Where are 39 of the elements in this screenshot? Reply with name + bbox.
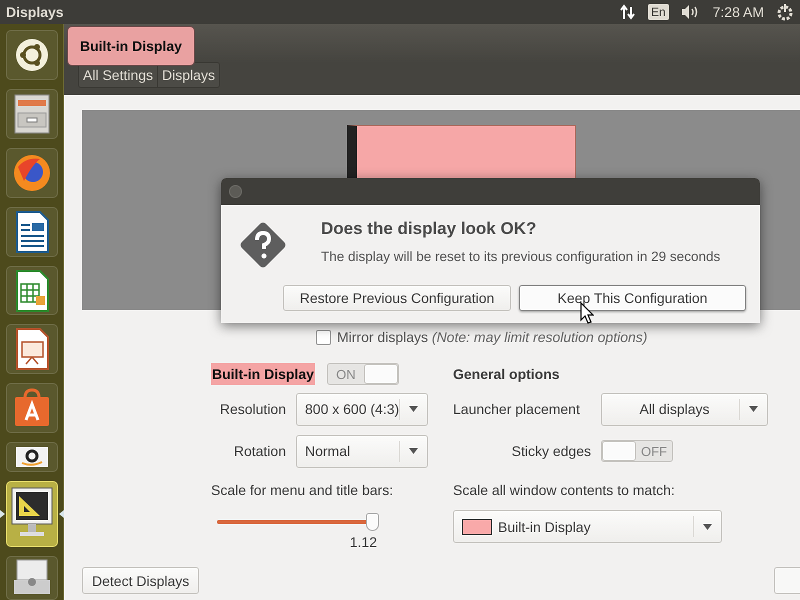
caret-icon (409, 406, 418, 412)
field-label: Scale all window contents to match: (453, 482, 676, 498)
field-label: Rotation (232, 443, 286, 459)
spreadsheet-icon (14, 270, 50, 312)
dialog-button[interactable]: Keep This Configuration (519, 285, 746, 311)
field-label: Scale for menu and title bars: (211, 482, 394, 498)
file-cabinet-icon (12, 92, 52, 135)
field-label: Resolution (218, 401, 286, 417)
window-title: Displays (6, 4, 64, 20)
slider-thumb[interactable] (366, 513, 380, 531)
document-icon (14, 210, 50, 253)
keyboard-layout-indicator[interactable]: En (648, 4, 669, 20)
mirror-displays-label: Mirror displays (Note: may limit resolution options) (337, 329, 648, 345)
dropdown[interactable]: Normal (296, 434, 428, 468)
network-arrows-icon[interactable] (620, 4, 636, 20)
clock[interactable]: 7:28 AM (712, 4, 764, 20)
presentation-icon (14, 328, 50, 370)
caret-icon (409, 448, 418, 454)
breadcrumb[interactable]: All Settings (79, 63, 158, 87)
ubuntu-logo-icon (14, 36, 50, 73)
field-label: Sticky edges (510, 443, 591, 459)
dialog-question: Does the display look OK? (321, 219, 538, 239)
power-gear-icon[interactable] (776, 3, 794, 21)
checkbox[interactable] (316, 330, 331, 344)
tooltip: Built-in Display (67, 26, 195, 66)
browser-icon (12, 152, 52, 193)
scale-value: 1.12 (348, 534, 377, 550)
display-name: Built-in Display (211, 363, 315, 385)
dropdown[interactable]: All displays (601, 392, 768, 426)
dialog-message: The display will be reset to its previous configuration in 29 seconds (321, 249, 722, 264)
dialog-button[interactable]: Restore Previous Configuration (283, 285, 511, 311)
detect-displays-button[interactable]: Detect Displays (82, 567, 200, 594)
running-indicator-icon (0, 510, 4, 518)
field-label: Launcher placement (453, 401, 581, 417)
dropdown[interactable]: Built-in Display (453, 510, 722, 543)
caret-icon (749, 406, 758, 412)
dropdown[interactable]: 800 x 600 (4:3) (296, 392, 428, 426)
caret-icon (703, 524, 712, 530)
section-heading: General options (453, 366, 560, 382)
